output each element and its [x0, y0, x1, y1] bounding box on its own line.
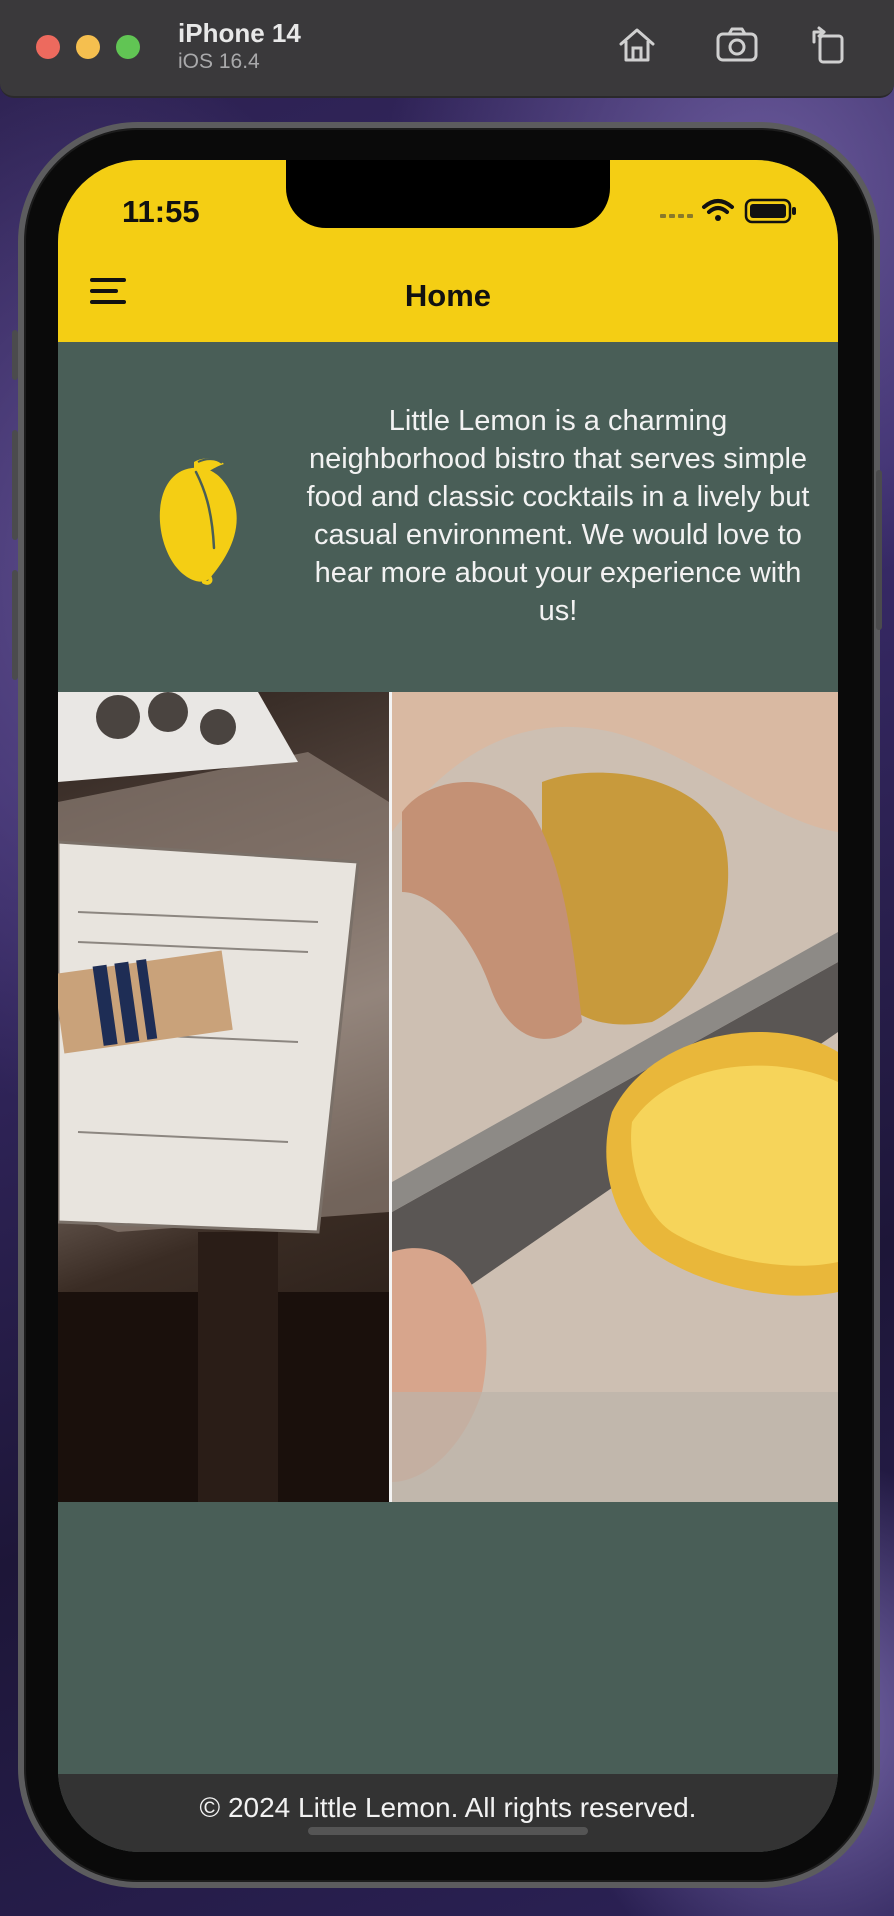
nav-bar: Home: [58, 250, 838, 342]
side-button-volume-down: [12, 570, 18, 680]
cellular-icon: [660, 214, 693, 218]
content-area: [58, 1502, 838, 1774]
side-button-power: [876, 470, 882, 630]
home-icon[interactable]: [614, 22, 660, 68]
simulator-titlebar: iPhone 14 iOS 16.4: [0, 0, 894, 98]
hamburger-menu-icon[interactable]: [90, 278, 128, 306]
lemon-icon: [159, 458, 237, 585]
close-window-button[interactable]: [36, 35, 60, 59]
device-os-version: iOS 16.4: [178, 50, 260, 73]
device-name: iPhone 14: [178, 18, 301, 48]
screenshot-icon[interactable]: [714, 22, 760, 68]
zoom-window-button[interactable]: [116, 35, 140, 59]
wifi-icon: [702, 199, 734, 221]
footer-copyright: © 2024 Little Lemon. All rights reserved…: [199, 1792, 697, 1823]
rotate-icon[interactable]: [806, 22, 852, 68]
status-icons: [660, 198, 796, 224]
app-screen: 11:55 Home Little Lemon is a charming ne…: [58, 160, 838, 1852]
restaurant-menu-photo: [58, 692, 389, 1502]
lemon-cutting-photo: [392, 692, 838, 1502]
page-title: Home: [404, 278, 492, 313]
footer: © 2024 Little Lemon. All rights reserved…: [58, 1774, 838, 1852]
intro-section: Little Lemon is a charming neighborhood …: [58, 342, 838, 692]
hero-image: [58, 692, 838, 1502]
notch: [286, 160, 610, 228]
side-button-volume-up: [12, 430, 18, 540]
battery-icon: [744, 198, 796, 224]
minimize-window-button[interactable]: [76, 35, 100, 59]
status-time: 11:55: [122, 194, 200, 229]
intro-description: Little Lemon is a charming neighborhood …: [306, 405, 810, 627]
home-indicator[interactable]: [308, 1827, 588, 1835]
side-button-silent: [12, 330, 18, 380]
